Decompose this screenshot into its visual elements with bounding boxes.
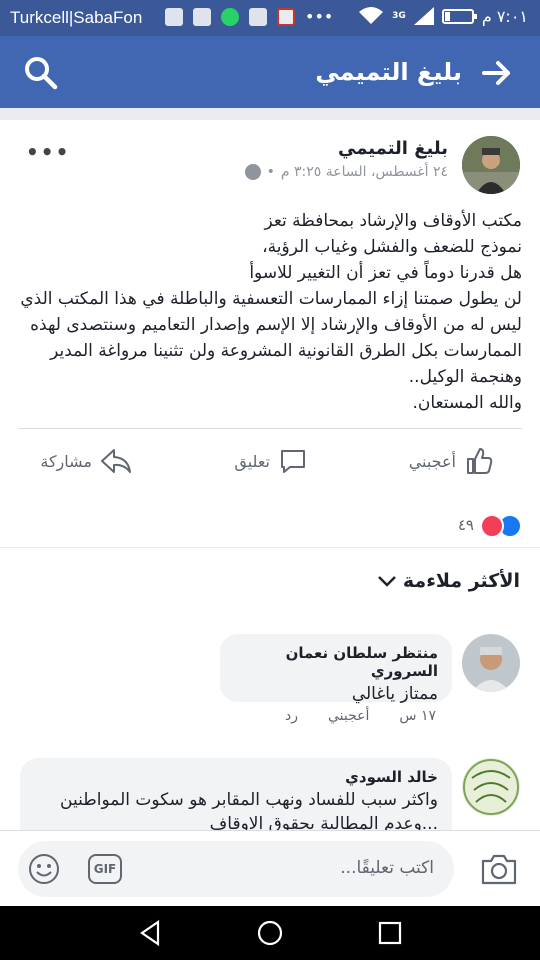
battery-level [444,11,450,21]
arrow-right-icon[interactable] [480,56,514,90]
comment-reply-button[interactable]: رد [285,708,298,724]
comment-sort-dropdown[interactable]: الأكثر ملاءمة [377,570,520,592]
like-button[interactable]: أعجبني [409,446,494,476]
comment-like-button[interactable]: أعجبني [328,708,369,724]
more-notifications-icon: ••• [305,7,334,26]
signal-icon [413,7,434,25]
sim-icon [193,8,211,26]
mail-icon [277,8,295,26]
camera-icon[interactable] [480,851,518,887]
comment-bubble[interactable]: خالد السودي واكثر سبب للفساد ونهب المقاب… [20,758,452,830]
comment-label: تعليق [234,451,270,471]
clock-label: ٧:٠١ م [481,6,528,26]
page-title: بليغ التميمي [315,58,462,86]
post-actions: أعجبني تعليق مشاركة [0,438,540,488]
thumbs-up-icon [467,448,493,474]
commenter-avatar[interactable] [462,634,520,692]
post-meta: ٢٤ أغسطس، الساعة ٣:٢٥ م • [244,164,448,180]
commenter-name[interactable]: منتظر سلطان نعمان السروري [234,644,438,680]
comment-input-placeholder: اكتب تعليقًا... [340,858,434,878]
post-line: والله المستعان. [412,393,522,413]
post-card: بليغ التميمي ٢٤ أغسطس، الساعة ٣:٢٥ م • •… [0,120,540,547]
comment-text: ممتاز ياغالي [351,684,438,704]
sort-label: الأكثر ملاءمة [402,570,520,592]
status-bar: Turkcell|SabaFon ••• 3G ٧:٠١ م [0,0,540,36]
commenter-avatar[interactable] [462,758,520,816]
more-options-button[interactable]: ••• [26,140,70,164]
share-label: مشاركة [40,451,92,471]
status-right: 3G ٧:٠١ م [358,6,528,26]
post-line: لن يطول صمتنا إزاء الممارسات التعسفية وا… [20,289,522,309]
like-label: أعجبني [408,451,456,471]
back-triangle-icon[interactable] [136,919,164,947]
globe-icon [244,164,261,180]
comment-composer: GIF اكتب تعليقًا... [0,830,540,906]
emoji-icon[interactable] [28,853,60,885]
post-line: الممارسات بكل الطرق القانونية المشروعة و… [50,341,522,361]
post-line: هل قدرنا دوماً في تعز أن التغيير للاسوأ [249,263,522,283]
android-nav-bar [0,906,540,960]
battery-icon [441,8,477,24]
comment-icon [281,450,305,473]
comment-bubble[interactable]: منتظر سلطان نعمان السروري ممتاز ياغالي [220,634,452,704]
post-line: مكتب الأوقاف والإرشاد بمحافظة تعز [264,211,522,231]
whatsapp-icon [221,8,239,26]
share-icon [101,449,131,473]
divider [18,428,522,429]
carrier-label: Turkcell|SabaFon [10,8,143,27]
commenter-name[interactable]: خالد السودي [34,768,438,786]
post-line: ليس له من الأوقاف والإرشاد إلا الإسم وإص… [30,315,522,335]
reaction-summary[interactable]: ٤٩ [0,514,540,540]
shield-icon [249,8,267,26]
post-line: وهنجمة الوكيل.. [408,367,522,387]
search-icon[interactable] [22,54,60,92]
reaction-count: ٤٩ [457,516,474,534]
app-header: بليغ التميمي [0,36,540,108]
recents-square-icon[interactable] [376,919,404,947]
comment-text-continued: ...وعدم المطالبة بحقوق الاوقاف [209,814,438,830]
wifi-icon [359,7,384,24]
gallery-icon [165,8,183,26]
comment-text: واكثر سبب للفساد ونهب المقابر هو سكوت ال… [60,790,438,810]
network-type-label: 3G [392,10,406,21]
chevron-down-icon [378,576,396,587]
post-body: مكتب الأوقاف والإرشاد بمحافظة تعز نموذج … [12,208,522,416]
home-circle-icon[interactable] [256,919,284,947]
love-reaction-icon [480,514,504,538]
notification-icons: ••• [165,8,333,26]
comment-time: ١٧ س [399,708,436,724]
gif-button[interactable]: GIF [88,854,122,884]
comment-input[interactable]: GIF اكتب تعليقًا... [18,841,454,897]
comment-meta: ١٧ س أعجبني رد [285,708,436,724]
comment-button[interactable]: تعليق [234,446,308,476]
share-button[interactable]: مشاركة [40,446,132,476]
post-author-name[interactable]: بليغ التميمي [338,138,448,159]
author-avatar[interactable] [462,136,520,194]
post-line: نموذج للضعف والفشل وغياب الرؤية، [262,237,522,257]
comments-section: الأكثر ملاءمة منتظر سلطان نعمان السروري … [0,548,540,830]
post-timestamp[interactable]: ٢٤ أغسطس، الساعة ٣:٢٥ م [281,164,448,180]
